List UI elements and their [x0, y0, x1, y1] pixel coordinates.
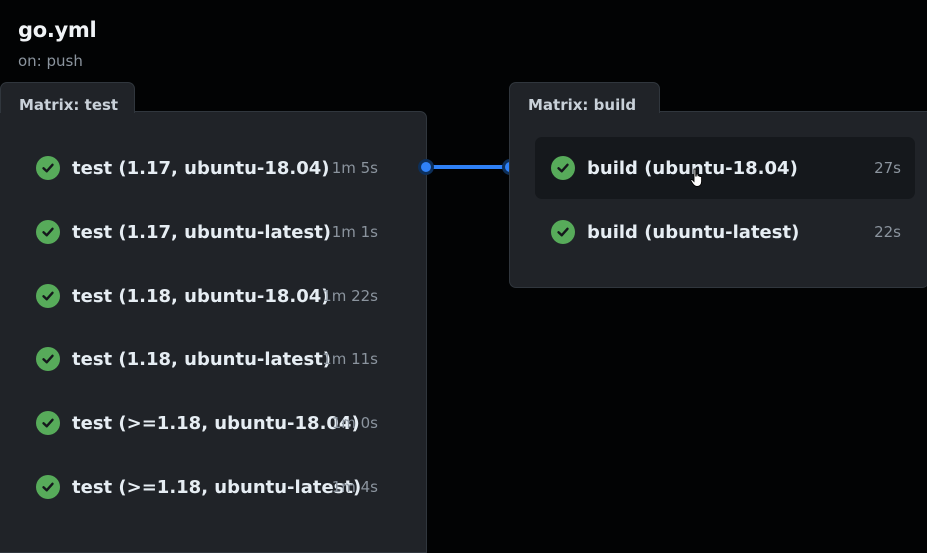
check-circle-icon: [36, 156, 60, 180]
check-circle-icon: [551, 156, 575, 180]
job-row[interactable]: test (1.18, ubuntu-18.04) 1m 22s: [36, 265, 426, 327]
job-row[interactable]: test (>=1.18, ubuntu-18.04) 1m 0s: [36, 392, 426, 454]
matrix-build-panel: build (ubuntu-18.04) 27s build (ubuntu-l…: [509, 111, 927, 288]
matrix-build-tab: Matrix: build: [509, 82, 660, 114]
job-row[interactable]: test (1.17, ubuntu-latest) 1m 1s: [36, 201, 426, 263]
check-circle-icon: [36, 475, 60, 499]
check-circle-icon: [36, 284, 60, 308]
check-circle-icon: [36, 411, 60, 435]
job-duration: 1m 4s: [331, 478, 378, 496]
job-row-active[interactable]: build (ubuntu-18.04) 27s: [535, 137, 915, 199]
job-name: build (ubuntu-latest): [587, 221, 800, 243]
job-name: test (1.17, ubuntu-latest): [72, 221, 332, 243]
matrix-test-label: Matrix: test: [19, 96, 119, 114]
pointer-hand-icon: [690, 168, 703, 187]
job-duration: 1m 5s: [331, 159, 378, 177]
dependency-connector: [426, 165, 510, 169]
job-duration: 22s: [874, 223, 901, 241]
workflow-trigger: on: push: [18, 52, 83, 70]
check-circle-icon: [551, 220, 575, 244]
matrix-build-label: Matrix: build: [528, 96, 637, 114]
matrix-test-tab: Matrix: test: [0, 82, 135, 114]
job-duration: 1m 1s: [331, 223, 378, 241]
job-duration: 1m 0s: [331, 414, 378, 432]
check-circle-icon: [36, 347, 60, 371]
workflow-title: go.yml: [18, 18, 97, 42]
job-row[interactable]: build (ubuntu-latest) 22s: [535, 201, 915, 263]
job-duration: 27s: [874, 159, 901, 177]
job-duration: 1m 22s: [322, 287, 378, 305]
job-row[interactable]: test (1.17, ubuntu-18.04) 1m 5s: [36, 137, 426, 199]
job-row[interactable]: test (1.18, ubuntu-latest) 1m 11s: [36, 328, 426, 390]
job-name: test (>=1.18, ubuntu-18.04): [72, 412, 360, 434]
matrix-test-panel: test (1.17, ubuntu-18.04) 1m 5s test (1.…: [0, 111, 427, 553]
connector-start-dot: [418, 159, 434, 175]
job-name: test (1.17, ubuntu-18.04): [72, 157, 330, 179]
job-name: test (1.18, ubuntu-latest): [72, 348, 332, 370]
job-duration: 1m 11s: [322, 350, 378, 368]
job-row[interactable]: test (>=1.18, ubuntu-latest) 1m 4s: [36, 456, 426, 518]
job-name: test (>=1.18, ubuntu-latest): [72, 476, 362, 498]
job-name: test (1.18, ubuntu-18.04): [72, 285, 330, 307]
check-circle-icon: [36, 220, 60, 244]
